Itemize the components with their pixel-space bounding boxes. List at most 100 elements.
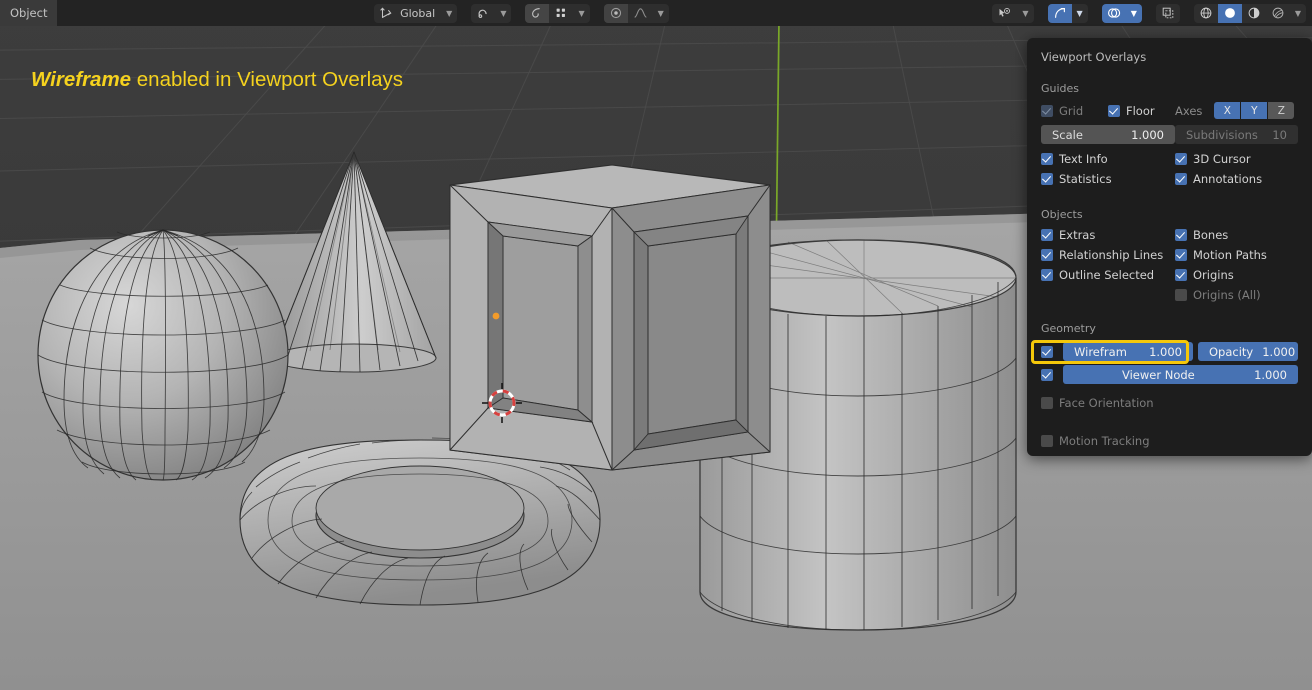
checkbox-motion-tracking-label: Motion Tracking [1059, 434, 1150, 448]
checkbox-face-orientation[interactable]: Face Orientation [1041, 396, 1298, 410]
slider-subdivisions-value: 10 [1272, 127, 1287, 142]
shading-solid-button[interactable] [1217, 3, 1242, 23]
checkbox-3d-cursor-label: 3D Cursor [1193, 152, 1251, 166]
row-textinfo-cursor: Text Info 3D Cursor [1027, 152, 1312, 166]
chevron-down-icon-gizmo[interactable]: ▼ [1072, 9, 1088, 18]
slider-scale-label: Scale [1052, 127, 1083, 142]
transform-orientation-group[interactable]: Global ▼ [374, 3, 458, 23]
row-wireframe-opacity: Wirefram 1.000 Opacity 1.000 [1027, 342, 1312, 361]
proportional-edit-icon[interactable] [525, 3, 550, 23]
xray-toggle-icon[interactable] [1156, 4, 1180, 23]
checkbox-annotations[interactable]: Annotations [1175, 172, 1298, 186]
section-title-objects: Objects [1041, 208, 1083, 221]
checkbox-grid-box[interactable] [1041, 104, 1053, 117]
checkbox-floor[interactable]: Floor [1108, 104, 1175, 118]
chevron-down-icon[interactable]: ▼ [441, 9, 457, 18]
row-face-orientation: Face Orientation [1027, 396, 1312, 410]
checkbox-extras[interactable]: Extras [1041, 228, 1175, 242]
checkbox-annotations-label: Annotations [1193, 172, 1263, 186]
checkbox-motion-paths-box[interactable] [1175, 249, 1187, 261]
pivot-point-icon[interactable] [603, 3, 628, 23]
chevron-down-icon-overlays[interactable]: ▼ [1125, 3, 1142, 23]
chevron-down-icon-grid[interactable]: ▼ [573, 9, 589, 18]
viewport-overlays-popover[interactable]: Viewport Overlays ‹ Guides Grid Floor Ax… [1027, 38, 1312, 456]
checkbox-text-info-box[interactable] [1041, 153, 1053, 165]
object-visibility-icon[interactable] [992, 4, 1017, 23]
checkbox-viewer-node-box[interactable] [1041, 368, 1053, 381]
axes-toggle-group[interactable]: X Y Z [1214, 102, 1295, 119]
checkbox-motion-tracking[interactable]: Motion Tracking [1041, 434, 1298, 448]
slider-viewer-node[interactable]: Viewer Node 1.000 [1063, 365, 1298, 384]
slider-scale[interactable]: Scale 1.000 [1041, 125, 1175, 144]
checkbox-motion-tracking-box[interactable] [1041, 435, 1053, 447]
checkbox-wireframe-box[interactable] [1041, 345, 1053, 358]
checkbox-floor-box[interactable] [1108, 104, 1120, 117]
checkbox-annotations-box[interactable] [1175, 173, 1187, 185]
checkbox-origins-all-box[interactable] [1175, 289, 1187, 301]
blender-window: Wireframe enabled in Viewport Overlays O… [0, 0, 1312, 690]
overlays-group[interactable]: ▼ [1101, 3, 1142, 23]
row-viewer-node: Viewer Node 1.000 [1027, 365, 1312, 384]
checkbox-origins[interactable]: Origins [1175, 268, 1298, 282]
checkbox-outline-selected-box[interactable] [1041, 269, 1053, 281]
falloff-curve-icon[interactable] [628, 4, 653, 23]
checkbox-face-orientation-box[interactable] [1041, 397, 1053, 409]
slider-wireframe[interactable]: Wirefram 1.000 [1063, 342, 1193, 361]
chevron-down-icon-falloff[interactable]: ▼ [653, 9, 669, 18]
shading-wireframe-button[interactable] [1194, 4, 1218, 23]
row-statistics-annotations: Statistics Annotations [1027, 172, 1312, 186]
annotation-rest: enabled in Viewport Overlays [131, 68, 404, 91]
gizmo-icon[interactable] [1047, 3, 1072, 23]
chevron-down-icon-snap[interactable]: ▼ [495, 9, 511, 18]
axes-label: Axes [1175, 103, 1203, 118]
row-outline-origins: Outline Selected Origins [1027, 268, 1312, 282]
row-origins-all: Origins (All) [1027, 288, 1312, 302]
checkbox-statistics-box[interactable] [1041, 173, 1053, 185]
checkbox-text-info[interactable]: Text Info [1041, 152, 1175, 166]
xray-group[interactable] [1155, 3, 1180, 23]
checkbox-bones[interactable]: Bones [1175, 228, 1298, 242]
pivot-group[interactable]: ▼ [603, 3, 669, 23]
shading-rendered-button[interactable] [1266, 4, 1290, 23]
checkbox-grid-label: Grid [1059, 103, 1084, 118]
section-title-geometry: Geometry [1041, 322, 1096, 335]
orientation-label[interactable]: Global [398, 7, 441, 20]
checkbox-relationship-lines-box[interactable] [1041, 249, 1053, 261]
viewport-header: Object Global ▼ ▼ ▼ ▼ ▼ ▼ ▼ ▼ [0, 0, 1312, 26]
row-extras-bones: Extras Bones [1027, 228, 1312, 242]
chevron-down-icon-shading[interactable]: ▼ [1290, 9, 1306, 18]
snap-grid-icon[interactable] [549, 4, 573, 23]
checkbox-3d-cursor[interactable]: 3D Cursor [1175, 152, 1298, 166]
checkbox-extras-box[interactable] [1041, 229, 1053, 241]
object-origin-dot [492, 312, 500, 320]
checkbox-3d-cursor-box[interactable] [1175, 153, 1187, 165]
checkbox-statistics[interactable]: Statistics [1041, 172, 1175, 186]
slider-subdivisions[interactable]: Subdivisions 10 [1175, 125, 1298, 144]
annotation-emphasis: Wireframe [31, 68, 132, 91]
snap-magnet-icon[interactable] [471, 4, 495, 23]
axis-x-toggle[interactable]: X [1214, 102, 1241, 119]
axis-z-toggle[interactable]: Z [1268, 102, 1295, 119]
checkbox-origins-all[interactable]: Origins (All) [1175, 288, 1298, 302]
checkbox-floor-label: Floor [1126, 103, 1155, 118]
menu-object[interactable]: Object [0, 0, 58, 26]
checkbox-grid[interactable]: Grid [1041, 104, 1108, 118]
overlays-icon[interactable] [1101, 3, 1126, 23]
checkbox-relationship-lines[interactable]: Relationship Lines [1041, 248, 1175, 262]
axis-y-toggle[interactable]: Y [1241, 102, 1268, 119]
gizmo-group[interactable]: ▼ [1047, 3, 1088, 23]
slider-opacity-label: Opacity [1209, 344, 1254, 359]
checkbox-origins-box[interactable] [1175, 269, 1187, 281]
visibility-group[interactable]: ▼ [992, 3, 1034, 23]
checkbox-outline-selected[interactable]: Outline Selected [1041, 268, 1175, 282]
checkbox-origins-label: Origins [1193, 268, 1234, 282]
snap-group[interactable]: ▼ [471, 3, 512, 23]
slider-opacity[interactable]: Opacity 1.000 [1198, 342, 1298, 361]
proportional-edit-group[interactable]: ▼ [525, 3, 590, 23]
checkbox-bones-box[interactable] [1175, 229, 1187, 241]
chevron-down-icon-visibility[interactable]: ▼ [1017, 9, 1033, 18]
orientation-axes-icon[interactable] [374, 4, 398, 23]
shading-modes-group[interactable]: ▼ [1193, 3, 1306, 23]
shading-material-button[interactable] [1242, 4, 1266, 23]
checkbox-motion-paths[interactable]: Motion Paths [1175, 248, 1298, 262]
